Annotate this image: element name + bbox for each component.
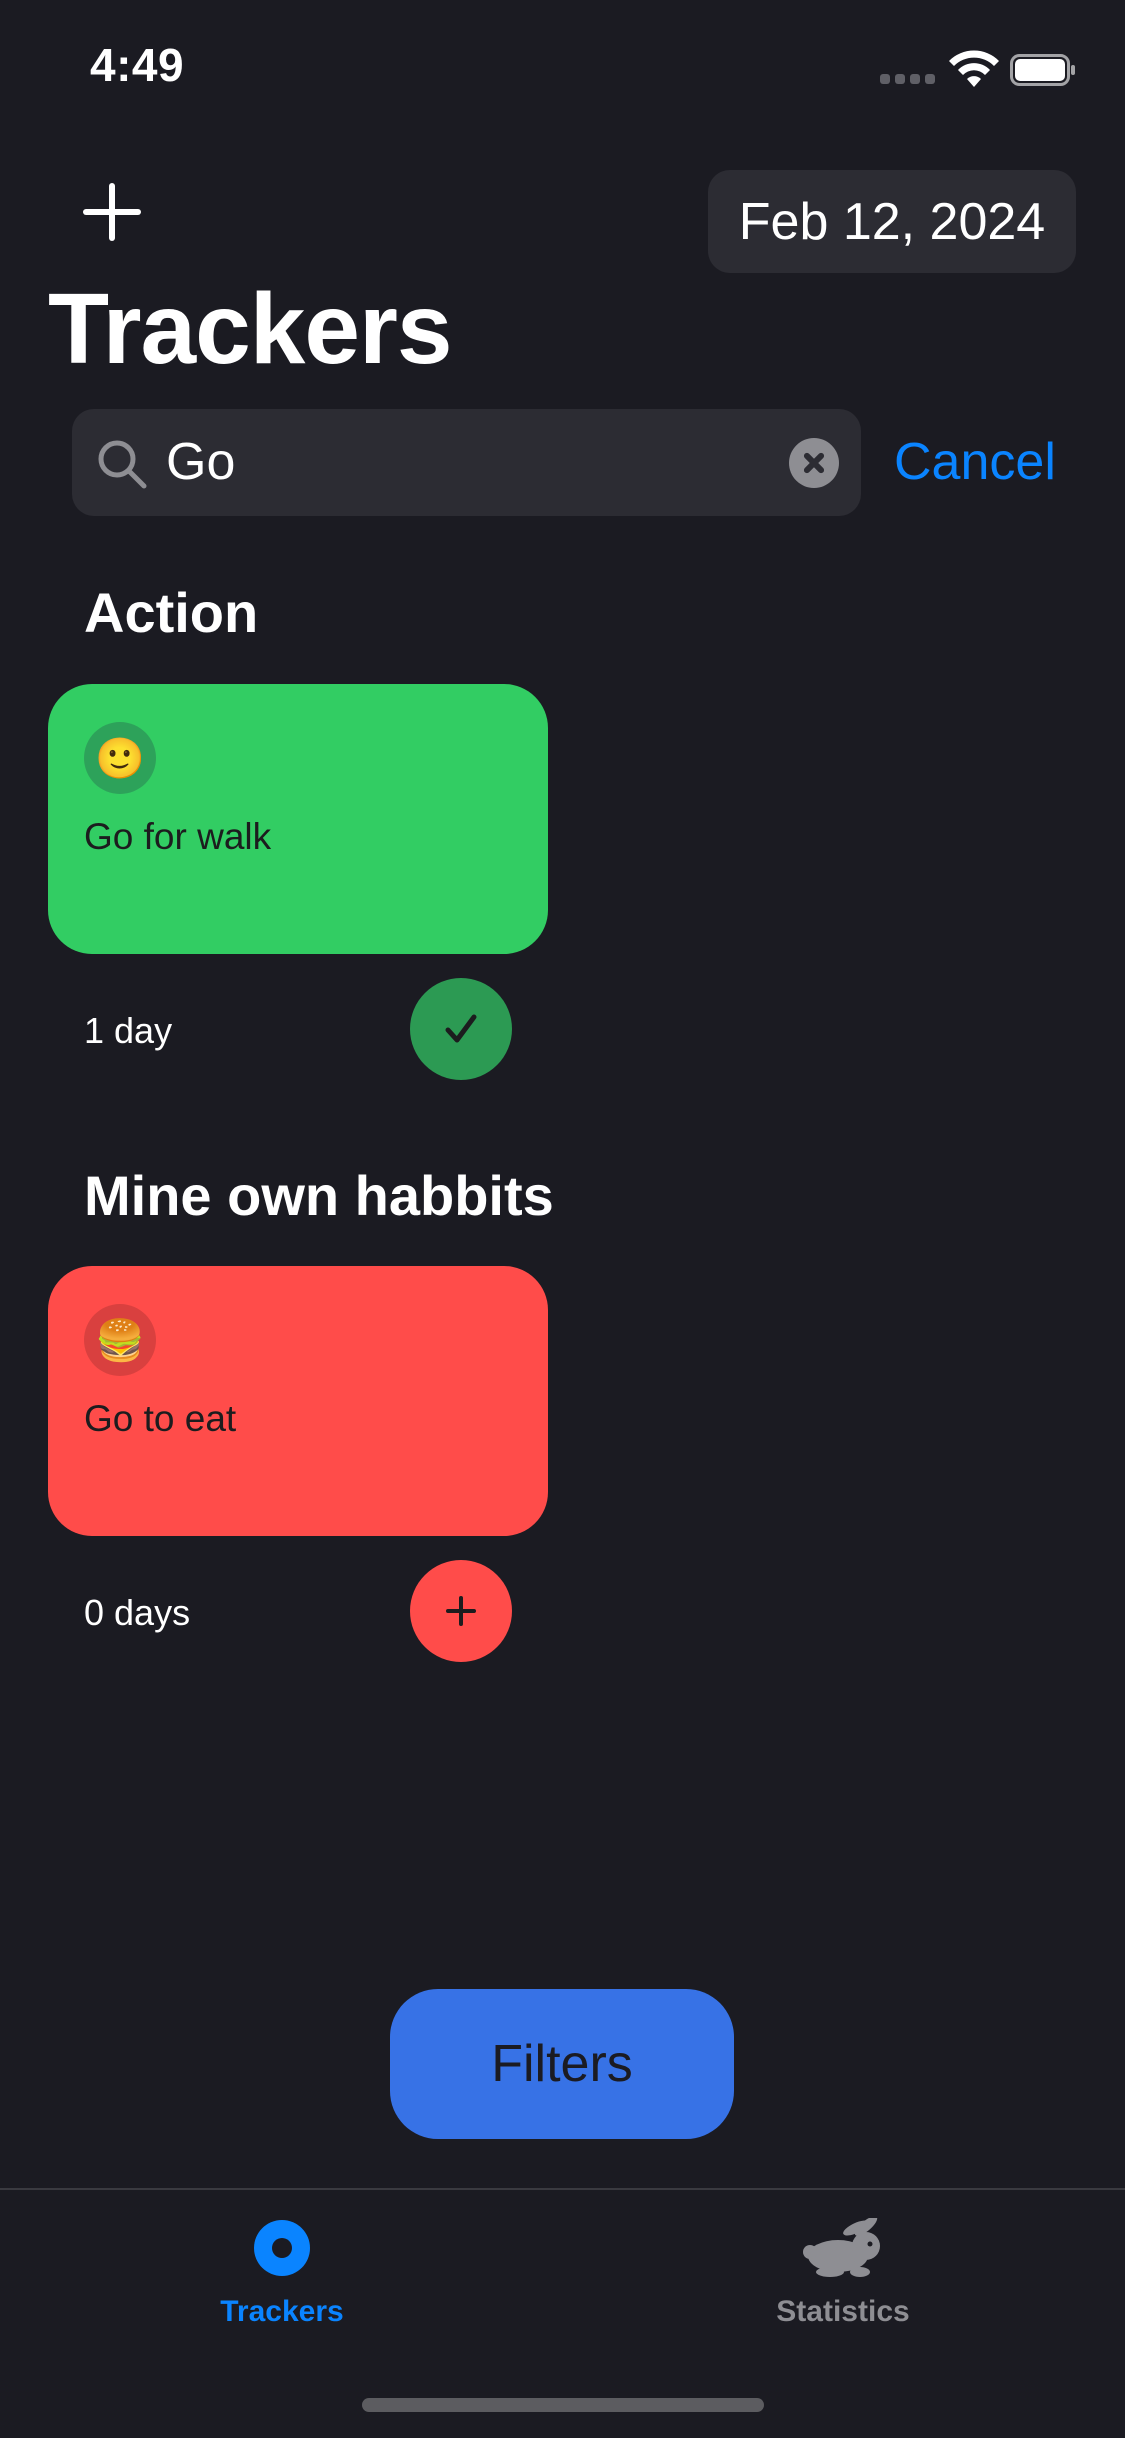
tracker-name: Go for walk [84, 816, 272, 857]
tracker-day-count: 1 day [84, 1010, 173, 1051]
tracker-card-go-for-walk[interactable]: 🙂 Go for walk [48, 684, 548, 954]
tracker-name: Go to eat [84, 1398, 237, 1439]
filters-button[interactable]: Filters [390, 1989, 734, 2139]
add-completion-button[interactable] [410, 1560, 512, 1662]
wifi-icon [949, 50, 999, 87]
tab-statistics[interactable]: Statistics [693, 2216, 993, 2329]
tracker-day-count: 0 days [84, 1592, 191, 1633]
battery-icon [1010, 54, 1075, 86]
cellular-signal-icon [880, 74, 936, 84]
clear-search-button[interactable] [789, 438, 839, 488]
home-indicator [362, 2398, 764, 2412]
section-title: Mine own habbits [84, 1164, 554, 1227]
tab-label: Statistics [776, 2295, 910, 2328]
section-title: Action [84, 581, 259, 644]
checkmark-icon [445, 1014, 477, 1043]
rabbit-icon [803, 2216, 880, 2277]
cancel-button[interactable]: Cancel [894, 432, 1056, 492]
tab-trackers[interactable]: Trackers [132, 2218, 432, 2329]
trackers-icon [254, 2220, 310, 2276]
status-time: 4:49 [90, 39, 185, 91]
search-input[interactable]: Go [166, 432, 235, 492]
add-tracker-button[interactable] [76, 176, 148, 248]
complete-tracker-button[interactable] [410, 978, 512, 1080]
date-picker-button[interactable]: Feb 12, 2024 [708, 170, 1076, 273]
burger-emoji-icon: 🍔 [84, 1304, 156, 1376]
page-title: Trackers [48, 273, 452, 385]
smile-emoji-icon: 🙂 [84, 722, 156, 794]
plus-icon [446, 1596, 476, 1626]
tracker-card-go-to-eat[interactable]: 🍔 Go to eat [48, 1266, 548, 1536]
search-icon [98, 440, 147, 489]
tab-label: Trackers [220, 2295, 344, 2328]
